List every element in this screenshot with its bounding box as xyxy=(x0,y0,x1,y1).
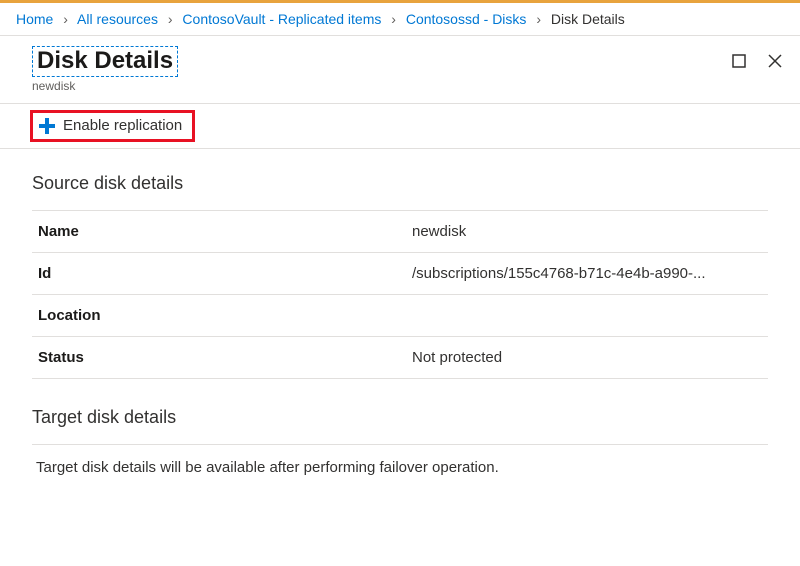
command-bar: Enable replication xyxy=(0,103,800,149)
property-label-name: Name xyxy=(32,223,412,240)
table-row: Status Not protected xyxy=(32,336,768,379)
breadcrumb-link-contoso-vault[interactable]: ContosoVault - Replicated items xyxy=(182,11,381,27)
target-disk-heading: Target disk details xyxy=(32,407,768,428)
table-row: Id /subscriptions/155c4768-b71c-4e4b-a99… xyxy=(32,252,768,294)
chevron-right-icon: › xyxy=(63,11,68,27)
blade-header: Disk Details newdisk xyxy=(0,36,800,103)
source-properties-table: Name newdisk Id /subscriptions/155c4768-… xyxy=(32,210,768,379)
property-value-id: /subscriptions/155c4768-b71c-4e4b-a990-.… xyxy=(412,265,706,282)
close-icon[interactable] xyxy=(766,52,784,70)
blade-content: Source disk details Name newdisk Id /sub… xyxy=(0,149,800,506)
chevron-right-icon: › xyxy=(168,11,173,27)
source-disk-heading: Source disk details xyxy=(32,173,768,194)
breadcrumb-link-home[interactable]: Home xyxy=(16,11,53,27)
restore-window-icon[interactable] xyxy=(730,52,748,70)
property-value-status: Not protected xyxy=(412,349,502,366)
property-value-name: newdisk xyxy=(412,223,466,240)
chevron-right-icon: › xyxy=(536,11,541,27)
chevron-right-icon: › xyxy=(391,11,396,27)
target-disk-message: Target disk details will be available af… xyxy=(32,444,768,490)
breadcrumb: Home › All resources › ContosoVault - Re… xyxy=(0,3,800,36)
table-row: Name newdisk xyxy=(32,210,768,252)
page-subtitle: newdisk xyxy=(32,79,178,93)
target-disk-section: Target disk details Target disk details … xyxy=(32,407,768,490)
table-row: Location xyxy=(32,294,768,336)
property-label-location: Location xyxy=(32,307,412,324)
plus-icon xyxy=(37,116,57,136)
property-label-id: Id xyxy=(32,265,412,282)
breadcrumb-link-contoso-ssd-disks[interactable]: Contosossd - Disks xyxy=(406,11,527,27)
enable-replication-label: Enable replication xyxy=(63,117,182,134)
property-label-status: Status xyxy=(32,349,412,366)
page-title: Disk Details xyxy=(32,46,178,77)
breadcrumb-link-all-resources[interactable]: All resources xyxy=(77,11,158,27)
breadcrumb-current: Disk Details xyxy=(551,11,625,27)
enable-replication-button[interactable]: Enable replication xyxy=(30,110,195,142)
